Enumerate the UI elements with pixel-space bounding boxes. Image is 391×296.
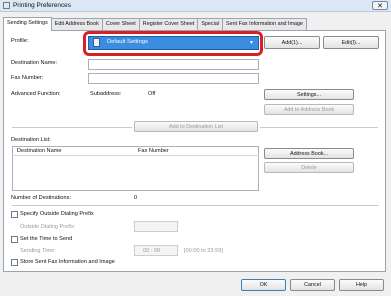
printer-icon bbox=[3, 2, 10, 9]
destinations-count-value: 0 bbox=[134, 195, 138, 201]
address-book-button[interactable]: Address Book... bbox=[264, 148, 354, 159]
outside-prefix-label[interactable]: Specify Outside Dialing Prefix bbox=[20, 211, 94, 217]
cancel-button[interactable]: Cancel bbox=[290, 279, 335, 291]
store-sent-fax-label[interactable]: Store Sent Fax Information and Image bbox=[20, 259, 115, 265]
sending-time-label: Sending Time: bbox=[20, 248, 56, 254]
fax-number-label: Fax Number: bbox=[11, 75, 44, 81]
divider bbox=[12, 205, 379, 206]
subaddress-value: Off bbox=[148, 91, 156, 97]
outside-prefix-field-label: Outside Dialing Prefix: bbox=[20, 224, 76, 230]
add-to-destination-list-button[interactable]: Add to Destination List bbox=[134, 121, 258, 132]
sending-time-range: [00:00 to 23:59] bbox=[184, 248, 223, 254]
help-button[interactable]: Help bbox=[339, 279, 384, 291]
add-to-address-book-button[interactable]: Add to Address Book bbox=[264, 104, 354, 115]
sending-time-value: 00 : 00 bbox=[143, 248, 161, 254]
profile-label: Profile: bbox=[11, 38, 29, 44]
set-time-label[interactable]: Set the Time to Send bbox=[20, 236, 72, 242]
settings-button[interactable]: Settings... bbox=[264, 89, 354, 100]
delete-button[interactable]: Delete bbox=[264, 162, 354, 173]
close-icon: ✕ bbox=[377, 2, 383, 10]
edit-profile-button[interactable]: Edit(I)... bbox=[323, 36, 379, 49]
destination-list-label: Destination List: bbox=[11, 137, 51, 143]
divider bbox=[260, 127, 378, 128]
destination-name-input[interactable] bbox=[88, 59, 259, 70]
destinations-count-label: Number of Destinations: bbox=[11, 195, 72, 201]
column-header-fax-number[interactable]: Fax Number bbox=[138, 148, 169, 154]
tab-bar: Sending Settings Edit Address Book Cover… bbox=[3, 17, 308, 31]
outside-prefix-input[interactable] bbox=[134, 221, 178, 232]
outside-prefix-checkbox[interactable] bbox=[11, 211, 18, 218]
column-header-destination-name[interactable]: Destination Name bbox=[17, 148, 61, 154]
profile-highlight-annotation bbox=[83, 31, 263, 56]
divider bbox=[12, 127, 132, 128]
advanced-function-label: Advanced Function: bbox=[11, 91, 61, 97]
fax-number-input[interactable] bbox=[88, 73, 259, 84]
close-button[interactable]: ✕ bbox=[372, 1, 388, 10]
window-title: Printing Preferences bbox=[13, 2, 71, 9]
add-profile-button[interactable]: Add(1)... bbox=[264, 36, 320, 49]
set-time-checkbox[interactable] bbox=[11, 236, 18, 243]
ok-button[interactable]: OK bbox=[241, 279, 286, 291]
store-sent-fax-checkbox[interactable] bbox=[11, 259, 18, 266]
destination-name-label: Destination Name: bbox=[11, 60, 58, 66]
tab-sending-settings[interactable]: Sending Settings bbox=[3, 17, 52, 31]
subaddress-label: Subaddress: bbox=[90, 91, 122, 97]
